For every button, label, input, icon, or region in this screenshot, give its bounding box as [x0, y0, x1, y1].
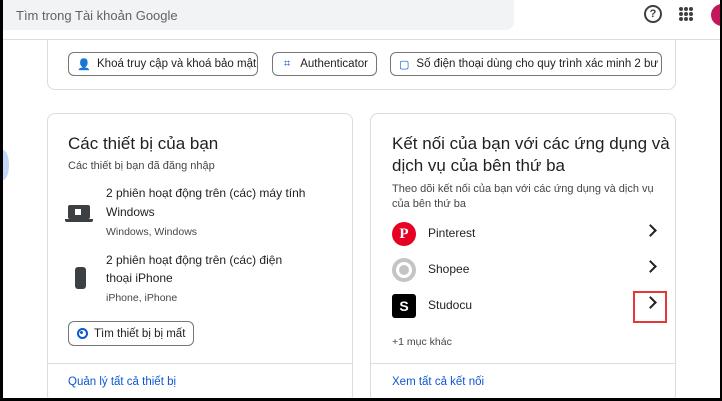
app-row-studocu[interactable]: S Studocu — [371, 291, 675, 323]
third-party-connections-card: Kết nối của bạn với các ứng dụng và dịch… — [370, 113, 676, 398]
help-icon[interactable]: ? — [644, 5, 662, 23]
device-windows-line1[interactable]: 2 phiên hoạt động trên (các) máy tính — [106, 185, 305, 202]
devices-card: Các thiết bị của bạn Các thiết bị bạn đã… — [47, 113, 353, 398]
connections-title-line2: dịch vụ của bên thứ ba — [392, 156, 565, 175]
app-name: Studocu — [428, 298, 473, 312]
laptop-icon — [65, 205, 93, 222]
highlight-box — [633, 291, 667, 323]
account-page: 👤 Khoá truy cập và khoá bảo mật ⌗ Authen… — [3, 0, 720, 398]
apps-grid-icon[interactable] — [679, 7, 693, 21]
top-bar: ? — [3, 0, 720, 40]
connections-subtitle-line1: Theo dõi kết nối của bạn với các ứng dụn… — [392, 183, 654, 195]
connections-divider — [371, 363, 675, 364]
see-all-connections-link[interactable]: Xem tất cả kết nối — [392, 376, 484, 388]
connections-subtitle-line2: của bên thứ ba — [392, 198, 467, 210]
phone-verification-chip[interactable]: ▢ Số điện thoại dùng cho quy trình xác m… — [390, 52, 662, 76]
device-iphone-line2[interactable]: thoại iPhone — [106, 270, 173, 287]
device-iphone-detail: iPhone, iPhone — [106, 292, 178, 304]
app-row-pinterest[interactable]: P Pinterest — [371, 219, 675, 249]
app-name: Shopee — [428, 262, 470, 276]
search-input[interactable] — [16, 7, 496, 23]
avatar[interactable] — [711, 4, 720, 26]
authenticator-chip[interactable]: ⌗ Authenticator — [272, 52, 377, 76]
phone-icon — [75, 267, 86, 289]
devices-divider — [48, 363, 352, 364]
more-connections-count: +1 mục khác — [392, 336, 452, 348]
passkeys-chip[interactable]: 👤 Khoá truy cập và khoá bảo mật — [68, 52, 258, 76]
chevron-right-icon[interactable] — [644, 224, 657, 237]
pinterest-logo-icon: P — [392, 222, 416, 246]
device-windows-line2[interactable]: Windows — [106, 204, 155, 221]
find-lost-device-button[interactable]: Tìm thiết bị bị mất — [68, 321, 195, 346]
manage-devices-link[interactable]: Quản lý tất cả thiết bị — [68, 376, 176, 388]
chip-label: Số điện thoại dùng cho quy trình xác min… — [416, 58, 659, 70]
app-name: Pinterest — [428, 226, 476, 240]
app-row-shopee[interactable]: Shopee — [371, 255, 675, 285]
device-iphone-line1[interactable]: 2 phiên hoạt động trên (các) điện — [106, 252, 282, 269]
qr-scan-icon: ⌗ — [284, 57, 291, 70]
person-key-icon: 👤 — [77, 58, 91, 71]
locate-icon — [77, 328, 88, 339]
connections-title-line1: Kết nối của bạn với các ứng dụng và — [392, 134, 670, 153]
side-panel-handle[interactable] — [3, 150, 9, 180]
device-windows-detail: Windows, Windows — [106, 226, 198, 238]
studocu-logo-icon: S — [392, 294, 416, 318]
shopee-logo-icon — [392, 258, 416, 282]
devices-subtitle: Các thiết bị bạn đã đăng nhập — [68, 160, 215, 172]
find-button-label: Tìm thiết bị bị mất — [94, 327, 186, 340]
search-bar[interactable] — [3, 0, 514, 30]
chevron-right-icon[interactable] — [644, 260, 657, 273]
chip-label: Authenticator — [300, 58, 368, 70]
devices-title: Các thiết bị của bạn — [68, 134, 219, 153]
chip-label: Khoá truy cập và khoá bảo mật — [97, 58, 257, 70]
message-icon: ▢ — [399, 58, 410, 71]
